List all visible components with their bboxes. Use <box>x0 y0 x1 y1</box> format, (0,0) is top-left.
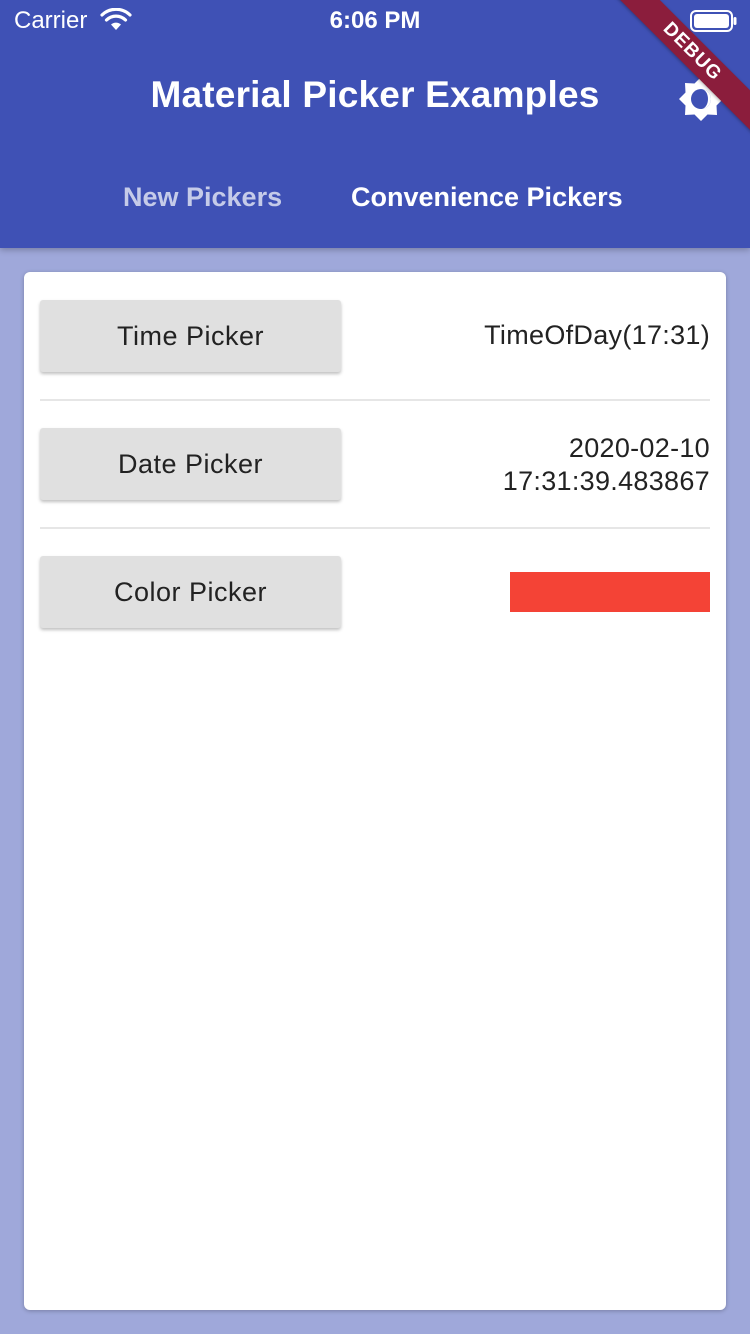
date-value-time: 17:31:39.483867 <box>502 466 710 496</box>
color-picker-button[interactable]: Color Picker <box>40 556 341 628</box>
tab-new-pickers[interactable]: New Pickers <box>123 182 282 213</box>
color-picker-row: Color Picker <box>40 556 710 628</box>
divider <box>40 399 710 401</box>
time-picker-row: Time Picker TimeOfDay(17:31) <box>40 300 710 372</box>
date-value: 2020-02-10 17:31:39.483867 <box>503 432 710 498</box>
color-swatch <box>510 572 710 612</box>
date-picker-row: Date Picker 2020-02-10 17:31:39.483867 <box>40 428 710 500</box>
date-value-date: 2020-02-10 <box>568 433 710 463</box>
date-picker-button[interactable]: Date Picker <box>40 428 341 500</box>
time-picker-button[interactable]: Time Picker <box>40 300 341 372</box>
pickers-card: Time Picker TimeOfDay(17:31) Date Picker… <box>24 272 726 1310</box>
divider <box>40 527 710 529</box>
time-value: TimeOfDay(17:31) <box>484 320 710 350</box>
tab-convenience-pickers[interactable]: Convenience Pickers <box>351 182 623 213</box>
page-title: Material Picker Examples <box>150 74 600 115</box>
app-bar: Carrier 6:06 PM Material Picker Examples… <box>0 0 750 248</box>
battery-icon <box>690 10 737 32</box>
